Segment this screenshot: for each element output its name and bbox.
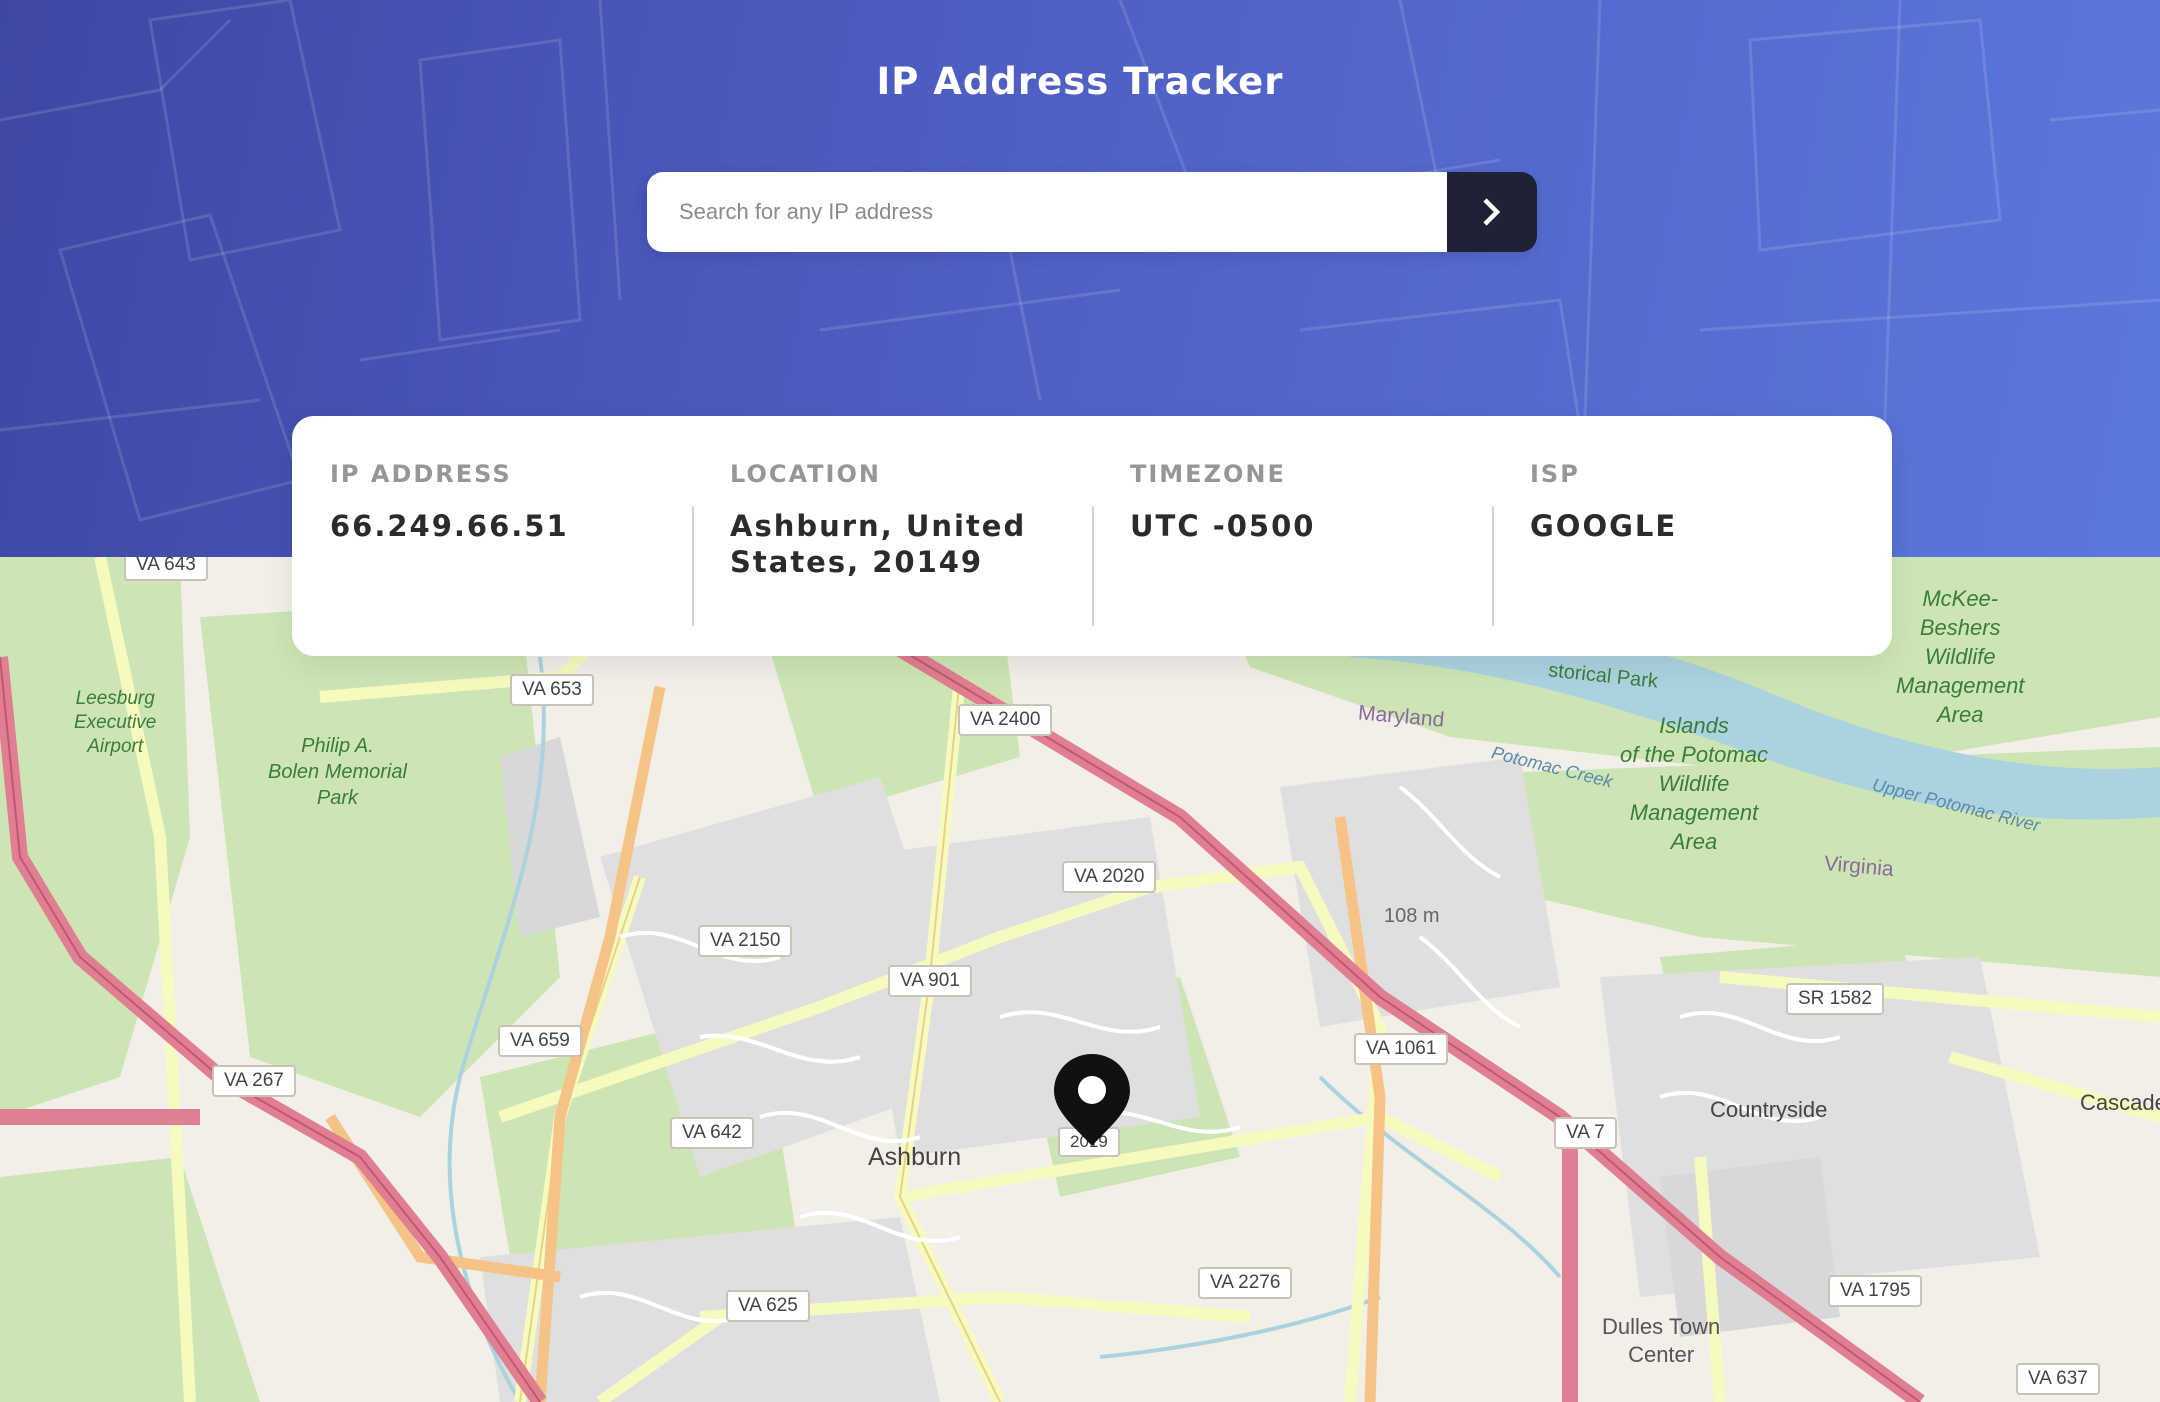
route-shield: VA 653 <box>510 674 594 706</box>
ip-search-input[interactable] <box>647 172 1447 252</box>
route-shield: VA 267 <box>212 1065 296 1097</box>
mckee-line-1: McKee- <box>1922 586 1999 611</box>
chevron-right-icon <box>1483 198 1501 226</box>
islands-line-3: Wildlife <box>1658 771 1730 796</box>
info-location-label: LOCATION <box>730 460 881 488</box>
islands-line-5: Area <box>1670 829 1718 854</box>
map-town-ashburn: Ashburn <box>868 1143 962 1171</box>
info-location-line1: Ashburn, United <box>730 509 1027 543</box>
park-line-2: Bolen Memorial <box>268 761 407 783</box>
map-label-dulles-town-center: Dulles Town Center <box>1602 1313 1720 1369</box>
map-label-mckee-beshers: McKee- Beshers Wildlife Management Area <box>1896 584 2024 729</box>
map-label-elevation: 108 m <box>1384 905 1440 927</box>
search-submit-button[interactable] <box>1447 172 1537 252</box>
route-shield: VA 2020 <box>1062 861 1157 893</box>
route-shield: VA 901 <box>888 965 972 997</box>
airport-line-1: Leesburg <box>75 688 155 709</box>
route-shield: VA 643 <box>124 557 208 581</box>
islands-line-2: of the Potomac <box>1620 742 1768 767</box>
mckee-line-2: Beshers <box>1919 615 2001 640</box>
info-isp-value: GOOGLE <box>1530 509 1678 543</box>
info-isp-label: ISP <box>1530 460 1580 488</box>
park-line-3: Park <box>316 787 359 809</box>
map-label-bolen-park: Philip A. Bolen Memorial Park <box>268 733 407 811</box>
islands-line-4: Management <box>1629 800 1759 825</box>
map-view[interactable]: Ashburn Countryside Cascade Dulles Town … <box>0 557 2160 1402</box>
info-isp: ISP GOOGLE <box>1492 460 1892 656</box>
map-label-islands-wildlife: Islands of the Potomac Wildlife Manageme… <box>1620 711 1768 856</box>
route-shield: VA 637 <box>2016 1363 2100 1395</box>
route-shield: VA 642 <box>670 1117 754 1149</box>
airport-line-2: Executive <box>74 712 157 733</box>
ip-info-card: IP ADDRESS 66.249.66.51 LOCATION Ashburn… <box>292 416 1892 656</box>
info-ip-address: IP ADDRESS 66.249.66.51 <box>292 460 692 656</box>
info-timezone: TIMEZONE UTC -0500 <box>1092 460 1492 656</box>
map-label-dulles-2: Center <box>1628 1342 1695 1367</box>
info-ip-label: IP ADDRESS <box>330 460 512 488</box>
islands-line-1: Islands <box>1659 713 1729 738</box>
info-timezone-label: TIMEZONE <box>1130 460 1286 488</box>
info-ip-value: 66.249.66.51 <box>330 509 569 543</box>
info-timezone-value: UTC -0500 <box>1130 509 1316 543</box>
route-shield: VA 2276 <box>1198 1267 1293 1299</box>
route-shield: VA 7 <box>1554 1117 1617 1149</box>
mckee-line-5: Area <box>1936 702 1984 727</box>
route-shield: VA 659 <box>498 1025 582 1057</box>
route-shield: VA 1061 <box>1354 1033 1449 1065</box>
route-shield: VA 1795 <box>1828 1275 1923 1307</box>
route-shield: VA 2400 <box>958 704 1053 736</box>
airport-line-3: Airport <box>87 736 144 757</box>
map-town-countryside: Countryside <box>1710 1097 1828 1122</box>
map-label-dulles-1: Dulles Town <box>1602 1314 1721 1339</box>
map-town-cascade: Cascade <box>2080 1090 2160 1115</box>
park-line-1: Philip A. <box>301 735 374 757</box>
info-location-value: Ashburn, United States, 20149 <box>730 508 1054 580</box>
map-label-airport: Leesburg Executive Airport <box>74 687 156 759</box>
mckee-line-3: Wildlife <box>1924 644 1996 669</box>
info-location-line2: States, 20149 <box>730 545 984 579</box>
mckee-line-4: Management <box>1896 673 2025 698</box>
route-shield: SR 1582 <box>1786 983 1884 1015</box>
page-title: IP Address Tracker <box>876 60 1284 103</box>
route-shield: VA 2150 <box>698 925 793 957</box>
info-location: LOCATION Ashburn, United States, 20149 <box>692 460 1092 656</box>
location-pin-icon[interactable] <box>1052 1052 1132 1148</box>
route-shield: VA 625 <box>726 1290 810 1322</box>
ip-search-form <box>647 172 1537 252</box>
